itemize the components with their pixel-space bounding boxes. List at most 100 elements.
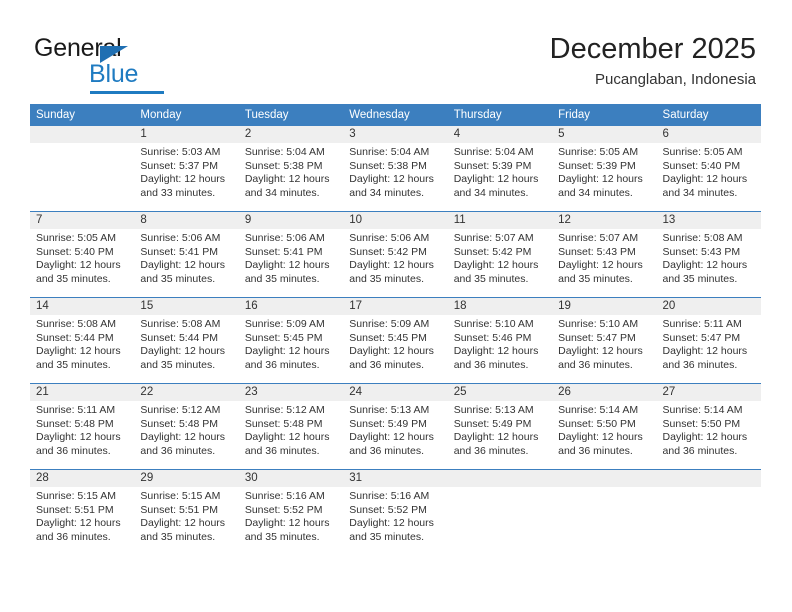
day-cell[interactable]: 7 Sunrise: 5:05 AM Sunset: 5:40 PM Dayli… xyxy=(30,211,135,298)
daylight-text-line1: Daylight: 12 hours xyxy=(662,431,748,444)
day-cell[interactable]: 1 Sunrise: 5:03 AM Sunset: 5:37 PM Dayli… xyxy=(134,126,239,212)
day-cell[interactable]: 20 Sunrise: 5:11 AM Sunset: 5:47 PM Dayl… xyxy=(656,297,761,384)
daylight-text-line1: Daylight: 12 hours xyxy=(244,259,330,272)
daylight-text-line1: Daylight: 12 hours xyxy=(558,173,643,186)
day-cell[interactable]: 23 Sunrise: 5:12 AM Sunset: 5:48 PM Dayl… xyxy=(238,383,344,470)
sunset-text: Sunset: 5:52 PM xyxy=(244,503,323,516)
day-cell[interactable]: 19 Sunrise: 5:10 AM Sunset: 5:47 PM Dayl… xyxy=(552,297,657,384)
daylight-text-line2: and 36 minutes. xyxy=(349,444,424,457)
daylight-text-line1: Daylight: 12 hours xyxy=(140,431,226,444)
generalblue-logo: General Blue xyxy=(34,34,204,94)
day-details: Sunrise: 5:15 AM Sunset: 5:51 PM Dayligh… xyxy=(134,487,238,544)
daylight-text-line1: Daylight: 12 hours xyxy=(558,431,643,444)
daylight-text-line2: and 36 minutes. xyxy=(36,530,111,543)
day-cell[interactable]: 29 Sunrise: 5:15 AM Sunset: 5:51 PM Dayl… xyxy=(134,469,239,555)
daylight-text-line2: and 35 minutes. xyxy=(558,272,633,285)
day-cell[interactable]: 30 Sunrise: 5:16 AM Sunset: 5:52 PM Dayl… xyxy=(238,469,344,555)
day-cell[interactable]: 13 Sunrise: 5:08 AM Sunset: 5:43 PM Dayl… xyxy=(656,211,761,298)
day-details: Sunrise: 5:06 AM Sunset: 5:42 PM Dayligh… xyxy=(343,229,447,286)
day-cell[interactable]: 14 Sunrise: 5:08 AM Sunset: 5:44 PM Dayl… xyxy=(30,297,135,384)
day-details xyxy=(657,487,761,490)
day-cell[interactable] xyxy=(552,469,657,555)
daylight-text-line2: and 34 minutes. xyxy=(244,186,320,199)
daylight-text-line2: and 35 minutes. xyxy=(36,358,111,371)
weekday-header-monday: Monday xyxy=(134,104,239,126)
day-cell[interactable]: 8 Sunrise: 5:06 AM Sunset: 5:41 PM Dayli… xyxy=(134,211,239,298)
sunrise-text: Sunrise: 5:16 AM xyxy=(244,490,325,502)
day-cell[interactable]: 11 Sunrise: 5:07 AM Sunset: 5:42 PM Dayl… xyxy=(447,211,553,298)
daylight-text-line1: Daylight: 12 hours xyxy=(662,345,748,358)
sunrise-text: Sunrise: 5:13 AM xyxy=(349,404,430,416)
sunrise-text: Sunrise: 5:08 AM xyxy=(36,318,116,330)
day-cell[interactable]: 28 Sunrise: 5:15 AM Sunset: 5:51 PM Dayl… xyxy=(30,469,135,555)
day-cell[interactable]: 26 Sunrise: 5:14 AM Sunset: 5:50 PM Dayl… xyxy=(552,383,657,470)
sunrise-text: Sunrise: 5:04 AM xyxy=(453,146,534,158)
day-cell[interactable]: 9 Sunrise: 5:06 AM Sunset: 5:41 PM Dayli… xyxy=(238,211,344,298)
day-cell[interactable]: 22 Sunrise: 5:12 AM Sunset: 5:48 PM Dayl… xyxy=(134,383,239,470)
daylight-text-line2: and 36 minutes. xyxy=(662,444,738,457)
weekday-header-thursday: Thursday xyxy=(447,104,553,126)
day-cell[interactable] xyxy=(656,469,761,555)
daylight-text-line1: Daylight: 12 hours xyxy=(453,173,539,186)
sunrise-text: Sunrise: 5:12 AM xyxy=(140,404,221,416)
day-details: Sunrise: 5:05 AM Sunset: 5:40 PM Dayligh… xyxy=(30,229,134,286)
day-number: 1 xyxy=(134,126,239,143)
sunrise-text: Sunrise: 5:11 AM xyxy=(36,404,116,416)
sunrise-text: Sunrise: 5:06 AM xyxy=(244,232,325,244)
daylight-text-line1: Daylight: 12 hours xyxy=(244,517,330,530)
day-number: 27 xyxy=(656,384,761,401)
day-cell[interactable]: 12 Sunrise: 5:07 AM Sunset: 5:43 PM Dayl… xyxy=(552,211,657,298)
day-cell[interactable]: 2 Sunrise: 5:04 AM Sunset: 5:38 PM Dayli… xyxy=(238,126,344,212)
daylight-text-line2: and 33 minutes. xyxy=(140,186,216,199)
day-cell[interactable]: 10 Sunrise: 5:06 AM Sunset: 5:42 PM Dayl… xyxy=(343,211,448,298)
sunset-text: Sunset: 5:51 PM xyxy=(140,503,219,516)
sunset-text: Sunset: 5:49 PM xyxy=(453,417,532,430)
day-number: 28 xyxy=(30,470,135,487)
day-details: Sunrise: 5:07 AM Sunset: 5:43 PM Dayligh… xyxy=(552,229,656,286)
day-cell[interactable] xyxy=(447,469,553,555)
daylight-text-line1: Daylight: 12 hours xyxy=(662,259,748,272)
calendar-week-row: 7 Sunrise: 5:05 AM Sunset: 5:40 PM Dayli… xyxy=(30,211,761,298)
page-title: December 2025 xyxy=(549,33,756,65)
sunset-text: Sunset: 5:39 PM xyxy=(453,159,532,172)
day-number: 8 xyxy=(134,212,239,229)
day-number: 26 xyxy=(552,384,657,401)
daylight-text-line2: and 36 minutes. xyxy=(453,444,529,457)
daylight-text-line2: and 36 minutes. xyxy=(244,444,320,457)
daylight-text-line2: and 36 minutes. xyxy=(140,444,216,457)
day-cell[interactable] xyxy=(30,126,135,212)
day-cell[interactable]: 24 Sunrise: 5:13 AM Sunset: 5:49 PM Dayl… xyxy=(343,383,448,470)
day-cell[interactable]: 16 Sunrise: 5:09 AM Sunset: 5:45 PM Dayl… xyxy=(238,297,344,384)
day-details: Sunrise: 5:04 AM Sunset: 5:39 PM Dayligh… xyxy=(448,143,552,200)
day-cell[interactable]: 18 Sunrise: 5:10 AM Sunset: 5:46 PM Dayl… xyxy=(447,297,553,384)
day-cell[interactable]: 5 Sunrise: 5:05 AM Sunset: 5:39 PM Dayli… xyxy=(552,126,657,212)
daylight-text-line2: and 36 minutes. xyxy=(453,358,529,371)
daylight-text-line2: and 34 minutes. xyxy=(349,186,424,199)
day-cell[interactable]: 21 Sunrise: 5:11 AM Sunset: 5:48 PM Dayl… xyxy=(30,383,135,470)
logo-underline xyxy=(90,91,164,94)
calendar-week-row: 28 Sunrise: 5:15 AM Sunset: 5:51 PM Dayl… xyxy=(30,469,761,555)
day-number: 14 xyxy=(30,298,135,315)
weekday-header-saturday: Saturday xyxy=(656,104,761,126)
day-details: Sunrise: 5:16 AM Sunset: 5:52 PM Dayligh… xyxy=(343,487,447,544)
day-cell[interactable]: 4 Sunrise: 5:04 AM Sunset: 5:39 PM Dayli… xyxy=(447,126,553,212)
day-cell[interactable]: 6 Sunrise: 5:05 AM Sunset: 5:40 PM Dayli… xyxy=(656,126,761,212)
daylight-text-line1: Daylight: 12 hours xyxy=(140,173,226,186)
day-cell[interactable]: 15 Sunrise: 5:08 AM Sunset: 5:44 PM Dayl… xyxy=(134,297,239,384)
day-cell[interactable]: 27 Sunrise: 5:14 AM Sunset: 5:50 PM Dayl… xyxy=(656,383,761,470)
day-details: Sunrise: 5:06 AM Sunset: 5:41 PM Dayligh… xyxy=(239,229,343,286)
day-cell[interactable]: 25 Sunrise: 5:13 AM Sunset: 5:49 PM Dayl… xyxy=(447,383,553,470)
day-details: Sunrise: 5:08 AM Sunset: 5:44 PM Dayligh… xyxy=(134,315,238,372)
sunset-text: Sunset: 5:41 PM xyxy=(244,245,323,258)
day-number: 17 xyxy=(343,298,448,315)
day-details: Sunrise: 5:05 AM Sunset: 5:39 PM Dayligh… xyxy=(552,143,656,200)
day-number: 9 xyxy=(238,212,344,229)
day-cell[interactable]: 17 Sunrise: 5:09 AM Sunset: 5:45 PM Dayl… xyxy=(343,297,448,384)
sunrise-text: Sunrise: 5:15 AM xyxy=(140,490,221,502)
day-cell[interactable]: 31 Sunrise: 5:16 AM Sunset: 5:52 PM Dayl… xyxy=(343,469,448,555)
sunset-text: Sunset: 5:50 PM xyxy=(558,417,636,430)
day-details xyxy=(448,487,552,490)
day-cell[interactable]: 3 Sunrise: 5:04 AM Sunset: 5:38 PM Dayli… xyxy=(343,126,448,212)
sunset-text: Sunset: 5:51 PM xyxy=(36,503,114,516)
day-number: 20 xyxy=(656,298,761,315)
